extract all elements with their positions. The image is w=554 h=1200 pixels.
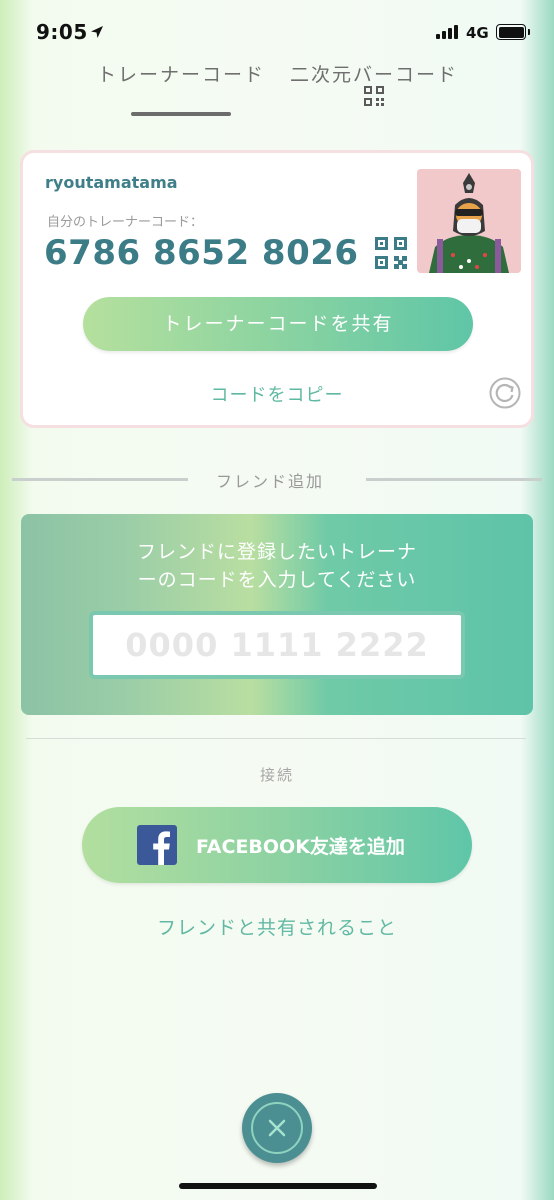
avatar[interactable] — [417, 169, 521, 273]
tab-trainer-code[interactable]: トレーナーコード — [97, 60, 265, 87]
close-button[interactable] — [242, 1093, 312, 1163]
friend-add-prompt: フレンドに登録したいトレーナ ーのコードを入力してください — [21, 538, 533, 594]
trainer-code-label: 自分のトレーナーコード： — [47, 215, 204, 230]
friend-code-input[interactable] — [89, 611, 465, 679]
location-arrow-icon — [91, 26, 103, 38]
friend-add-panel: フレンドに登録したいトレーナ ーのコードを入力してください — [21, 514, 533, 715]
divider — [12, 478, 188, 481]
signal-bars-icon — [436, 25, 458, 39]
friend-add-prompt-line2: ーのコードを入力してください — [137, 569, 417, 591]
battery-icon — [496, 24, 526, 40]
active-tab-indicator — [131, 112, 231, 116]
facebook-icon — [137, 825, 177, 865]
status-time: 9:05 — [36, 20, 88, 44]
trainer-code-card: ryoutamatama 自分のトレーナーコード： 6786 8652 8026… — [20, 150, 534, 428]
add-facebook-friends-button[interactable]: FACEBOOK友達を追加 — [82, 807, 472, 883]
avatar-image — [417, 169, 521, 273]
shared-with-friends-link[interactable]: フレンドと共有されること — [0, 913, 554, 940]
trainer-username: ryoutamatama — [45, 173, 178, 192]
share-trainer-code-button[interactable]: トレーナーコードを共有 — [83, 297, 473, 351]
connect-title: 接続 — [259, 766, 294, 784]
friend-add-title: フレンド追加 — [216, 472, 325, 491]
qr-code-icon[interactable] — [364, 86, 384, 106]
copy-code-link[interactable]: コードをコピー — [23, 381, 531, 407]
network-type: 4G — [466, 24, 489, 42]
status-bar: 9:05 4G — [0, 0, 554, 60]
divider — [366, 478, 542, 481]
tab-qr-code[interactable]: 二次元バーコード — [290, 60, 458, 87]
divider — [26, 738, 526, 739]
qr-code-icon[interactable] — [375, 237, 407, 269]
friend-add-prompt-line1: フレンドに登録したいトレーナ — [136, 541, 417, 563]
refresh-icon[interactable] — [489, 377, 521, 409]
close-icon — [268, 1119, 286, 1137]
facebook-button-label: FACEBOOK友達を追加 — [196, 836, 405, 858]
home-indicator[interactable] — [179, 1183, 377, 1189]
trainer-code-value: 6786 8652 8026 — [44, 233, 359, 273]
